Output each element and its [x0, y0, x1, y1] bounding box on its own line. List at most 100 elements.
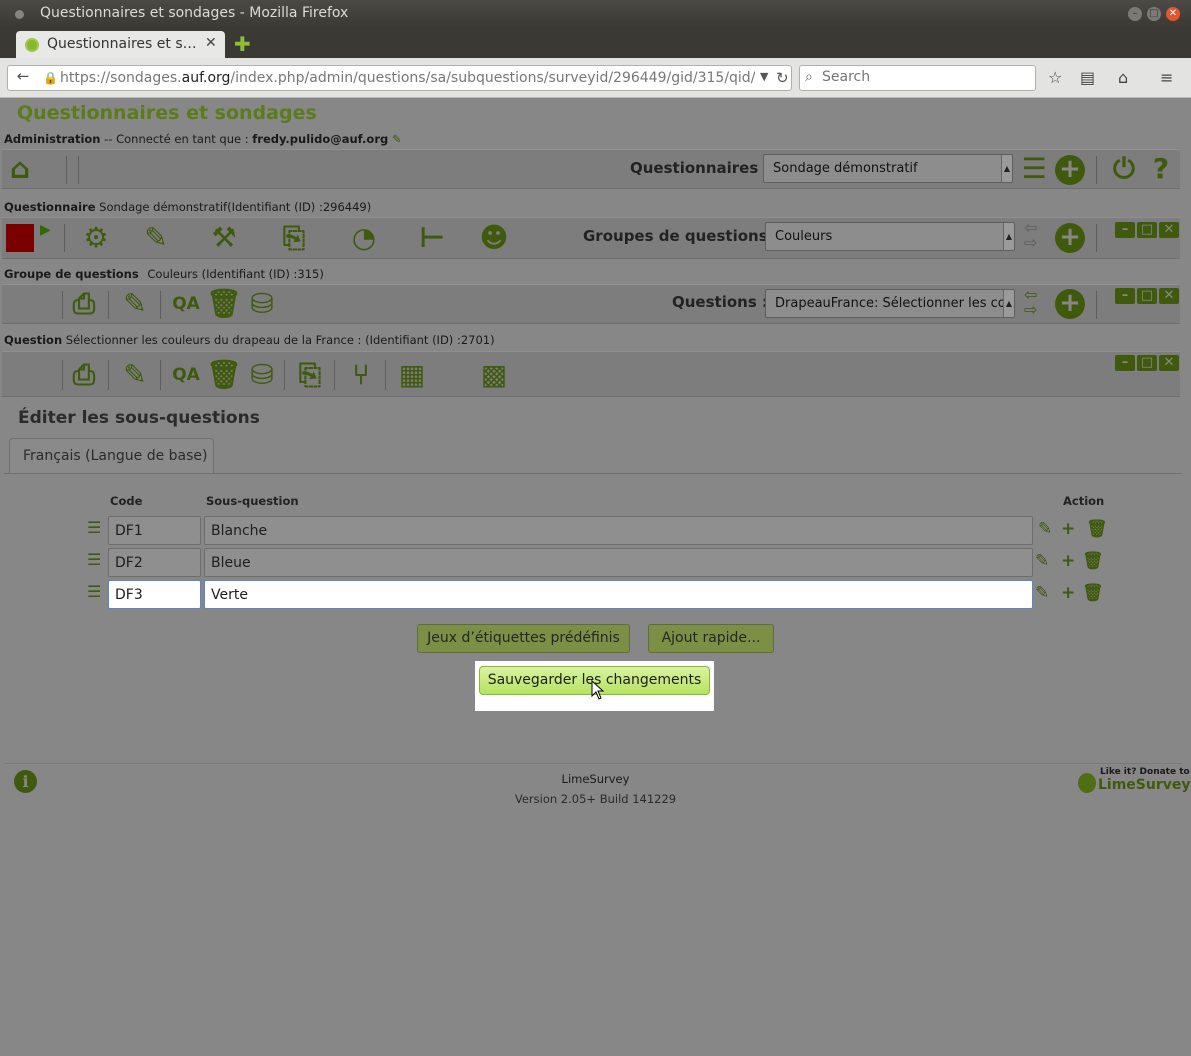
conditions-icon[interactable]: ⑂: [345, 359, 377, 391]
question-prev-next-arrows-icon[interactable]: ⇦ ⇨: [1024, 287, 1037, 318]
delete-row-trash-icon[interactable]: 🗑: [1086, 519, 1108, 539]
drag-handle-icon[interactable]: ☰: [87, 520, 103, 537]
edit-row-pencil-icon[interactable]: ✎: [1035, 583, 1049, 603]
add-question-icon[interactable]: ⎙: [68, 288, 100, 320]
help-icon[interactable]: ?: [1145, 153, 1177, 185]
search-icon: ⌕: [805, 69, 813, 85]
group-qa-icon[interactable]: QA: [170, 288, 202, 320]
maximize-panel-icon[interactable]: □: [1137, 222, 1157, 238]
edit-row-pencil-icon[interactable]: ✎: [1038, 519, 1052, 539]
url-bar[interactable]: ← 🔒 https://sondages.auf.org/index.php/a…: [7, 65, 792, 91]
copy-question-icon[interactable]: ⎘: [294, 359, 326, 391]
window-menu-icon[interactable]: [15, 10, 24, 19]
edit-user-icon[interactable]: ✎: [392, 132, 402, 146]
add-survey-icon[interactable]: +: [1055, 155, 1085, 185]
window-title: Questionnaires et sondages - Mozilla Fir…: [40, 5, 349, 21]
survey-info: Sondage démonstratif(Identifiant (ID) :2…: [99, 200, 372, 214]
group-prev-next-arrows-icon[interactable]: ⇦ ⇨: [1024, 220, 1037, 251]
close-window-icon[interactable]: ✕: [1166, 7, 1180, 21]
question-select[interactable]: DrapeauFrance: Sélectionner les coul ▲▼: [765, 289, 1015, 318]
home-icon[interactable]: ⌂: [1118, 68, 1128, 87]
maximize-icon[interactable]: □: [1147, 7, 1161, 21]
stop-survey-icon[interactable]: [6, 224, 34, 252]
back-icon[interactable]: ←: [11, 67, 35, 89]
export-group-icon[interactable]: ⛁: [246, 288, 278, 320]
reload-icon[interactable]: ↻: [776, 69, 789, 87]
survey-tools-icon[interactable]: ⚒: [208, 222, 240, 254]
donate-link[interactable]: Like it? Donate to LimeSurvey: [1078, 767, 1191, 797]
question-qa-icon[interactable]: QA: [170, 359, 202, 391]
minimize-icon[interactable]: –: [1128, 7, 1142, 21]
code-input[interactable]: [108, 580, 201, 609]
tab-close-icon[interactable]: ✕: [205, 35, 217, 51]
survey-select[interactable]: Sondage démonstratif ▲▼: [763, 154, 1013, 183]
subquestion-input[interactable]: [204, 580, 1033, 609]
save-area: Sauvegarder les changements: [475, 661, 714, 711]
list-surveys-icon[interactable]: ☰: [1018, 153, 1050, 185]
code-input[interactable]: [108, 548, 201, 577]
survey-display-export-icon[interactable]: ⎘: [278, 222, 310, 254]
predefined-labels-button[interactable]: Jeux d’étiquettes prédéfinis: [417, 624, 630, 653]
edit-group-pencil-icon[interactable]: ✎: [119, 288, 151, 320]
divider: [160, 360, 161, 390]
drag-handle-icon[interactable]: ☰: [87, 584, 103, 601]
close-panel-icon[interactable]: ✕: [1159, 355, 1179, 371]
delete-group-trash-icon[interactable]: 🗑: [206, 288, 242, 320]
quick-add-button[interactable]: Ajout rapide...: [648, 624, 774, 653]
page-content: Questionnaires et sondages Administratio…: [0, 99, 1191, 1056]
url-dropdown-icon[interactable]: ▼: [760, 70, 768, 83]
close-panel-icon[interactable]: ✕: [1159, 288, 1179, 304]
bookmark-star-icon[interactable]: ☆: [1048, 68, 1062, 87]
subquestion-input[interactable]: [204, 548, 1033, 577]
survey-structure-tree-icon[interactable]: ⊢: [416, 222, 448, 254]
question-group-select[interactable]: Couleurs ▲▼: [765, 222, 1015, 251]
edit-subquestions-grid-icon[interactable]: ▦: [396, 359, 428, 391]
subquestion-input[interactable]: [204, 516, 1033, 545]
maximize-panel-icon[interactable]: □: [1137, 288, 1157, 304]
minimize-panel-icon[interactable]: –: [1115, 355, 1135, 371]
survey-participants-icon[interactable]: ☻: [478, 222, 510, 254]
edit-row-pencil-icon[interactable]: ✎: [1035, 551, 1049, 571]
survey-responses-icon[interactable]: ◔: [348, 222, 380, 254]
drag-handle-icon[interactable]: ☰: [87, 552, 103, 569]
footer-product[interactable]: LimeSurvey: [0, 772, 1191, 786]
edit-answers-grid-icon[interactable]: ▩: [478, 359, 510, 391]
add-question-plus-icon[interactable]: +: [1055, 289, 1085, 319]
close-panel-icon[interactable]: ✕: [1159, 222, 1179, 238]
add-row-plus-icon[interactable]: +: [1061, 519, 1075, 539]
donate-text: Like it? Donate to: [1100, 767, 1190, 777]
browser-tab[interactable]: Questionnaires et s… ✕: [16, 31, 225, 58]
execute-survey-icon[interactable]: ▶: [40, 222, 51, 238]
search-box[interactable]: ⌕: [799, 65, 1036, 91]
lime-logo-icon: [1078, 773, 1096, 793]
lock-icon[interactable]: 🔒: [43, 71, 58, 85]
minimize-panel-icon[interactable]: –: [1115, 222, 1135, 238]
menu-icon[interactable]: ≡: [1160, 68, 1173, 87]
survey-settings-gear-icon[interactable]: ⚙: [80, 222, 112, 254]
divider: [284, 360, 285, 390]
export-question-icon[interactable]: ⛁: [246, 359, 278, 391]
home-admin-icon[interactable]: ⌂: [4, 153, 36, 185]
new-tab-icon[interactable]: ✚: [234, 32, 251, 56]
survey-edit-pencil-icon[interactable]: ✎: [140, 222, 172, 254]
logout-power-icon[interactable]: ⏻: [1108, 153, 1140, 185]
edit-question-pencil-icon[interactable]: ✎: [119, 359, 151, 391]
admin-user[interactable]: fredy.pulido@auf.org: [252, 132, 388, 146]
question-settings-icon[interactable]: ⎙: [68, 359, 100, 391]
divider: [1096, 224, 1097, 252]
reading-list-icon[interactable]: ▤: [1080, 68, 1095, 87]
code-input[interactable]: [108, 516, 201, 545]
survey-bar-label: Questionnaire Sondage démonstratif(Ident…: [4, 200, 371, 214]
search-input[interactable]: [822, 69, 1022, 85]
add-group-icon[interactable]: +: [1055, 223, 1085, 253]
add-row-plus-icon[interactable]: +: [1061, 583, 1075, 603]
maximize-panel-icon[interactable]: □: [1137, 355, 1157, 371]
delete-row-trash-icon[interactable]: 🗑: [1082, 551, 1104, 571]
tab-title: Questionnaires et s…: [47, 36, 197, 52]
url-text[interactable]: https://sondages.auf.org/index.php/admin…: [60, 70, 755, 86]
delete-question-trash-icon[interactable]: 🗑: [206, 359, 242, 391]
delete-row-trash-icon[interactable]: 🗑: [1082, 583, 1104, 603]
tab-language-french[interactable]: Français (Langue de base): [9, 438, 214, 473]
minimize-panel-icon[interactable]: –: [1115, 288, 1135, 304]
add-row-plus-icon[interactable]: +: [1061, 551, 1075, 571]
